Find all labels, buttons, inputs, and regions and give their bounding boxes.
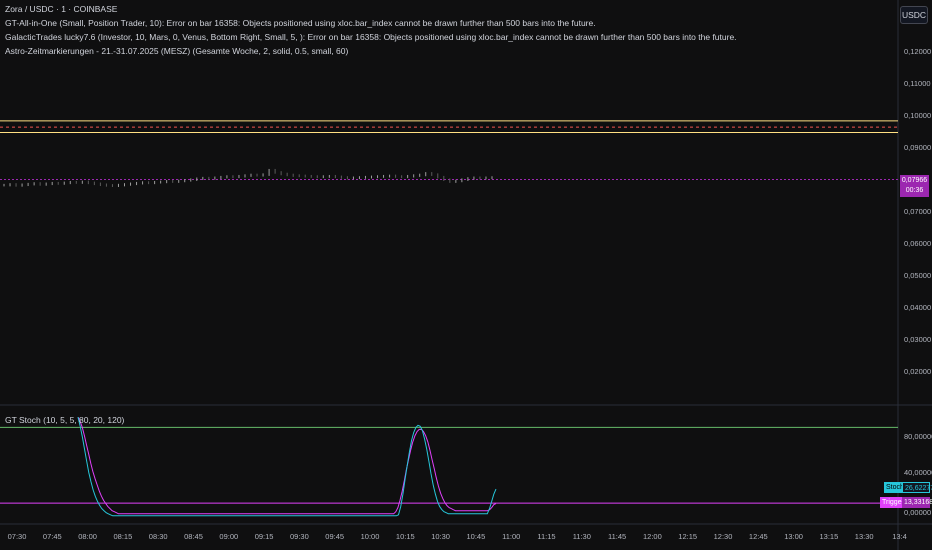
stoch-value-tag: 26,62277 (902, 482, 932, 493)
time-axis-label: 07:30 (7, 532, 27, 541)
time-axis-label: 12:15 (678, 532, 698, 541)
time-axis-label: 09:15 (254, 532, 274, 541)
symbol-title[interactable]: Zora / USDC · 1 · COINBASE (5, 4, 117, 14)
price-axis-label: 0,04000 (904, 303, 932, 312)
time-axis-label: 09:45 (325, 532, 345, 541)
time-axis-label: 13:00 (784, 532, 803, 541)
stoch-oscillator (0, 416, 898, 517)
time-axis-label: 12:00 (643, 532, 662, 541)
grid (0, 0, 932, 550)
price-axis-label: 0,07000 (904, 207, 932, 216)
time-axis-label: 13:30 (854, 532, 874, 541)
time-axis-label: 09:30 (290, 532, 309, 541)
time-axis-label: 12:45 (748, 532, 768, 541)
time-axis-label: 11:15 (537, 532, 556, 541)
horizontal-levels (0, 120, 898, 181)
time-axis-label: 10:30 (431, 532, 450, 541)
time-axis-label: 11:30 (572, 532, 591, 541)
trigger-line (77, 416, 497, 515)
currency-button[interactable]: USDC (900, 6, 928, 24)
price-axis-label: 0,09000 (904, 143, 932, 152)
time-axis-label: 08:15 (113, 532, 133, 541)
current-price-tag: 0,07966 00:36 (900, 175, 929, 197)
time-axis-label: 13:4 (892, 532, 907, 541)
indicator-info-2[interactable]: GalacticTrades lucky7.6 (Investor, 10, M… (5, 32, 737, 42)
time-axis-label: 07:45 (42, 532, 62, 541)
current-price-value: 0,07966 (901, 177, 928, 184)
time-axis-label: 08:00 (78, 532, 97, 541)
price-axis-label: 0,12000 (904, 47, 932, 56)
price-axis-label: 0,11000 (904, 79, 931, 88)
indicator-info-1[interactable]: GT-All-in-One (Small, Position Trader, 1… (5, 18, 596, 28)
time-axis-label: 12:30 (713, 532, 733, 541)
time-axis-label: 09:00 (219, 532, 239, 541)
trigger-value-tag: 13,33168 (902, 497, 932, 508)
chart-canvas[interactable] (0, 0, 932, 550)
time-axis-label: 10:15 (395, 532, 415, 541)
bar-countdown: 00:36 (905, 187, 924, 194)
time-axis-label: 08:45 (184, 532, 203, 541)
time-axis-label: 11:45 (607, 532, 627, 541)
stoch-indicator-title[interactable]: GT Stoch (10, 5, 5, 80, 20, 120) (5, 415, 124, 425)
time-axis-label: 13:15 (819, 532, 839, 541)
stoch-axis-label: 0,00000 (904, 508, 932, 517)
price-axis-label: 0,02000 (904, 367, 932, 376)
price-candles (3, 168, 493, 187)
time-axis-label: 08:30 (148, 532, 168, 541)
price-axis-label: 0,05000 (904, 271, 932, 280)
price-axis-label: 0,06000 (904, 239, 932, 248)
indicator-info-3[interactable]: Astro-Zeitmarkierungen - 21.-31.07.2025 … (5, 46, 348, 56)
stoch-axis-label: 80,00000 (904, 432, 932, 441)
time-axis-label: 10:45 (466, 532, 486, 541)
time-axis-label: 11:00 (502, 532, 521, 541)
time-axis-label: 10:00 (360, 532, 380, 541)
price-axis-label: 0,10000 (904, 111, 932, 120)
price-axis-label: 0,03000 (904, 335, 932, 344)
stoch-axis-label: 40,00000 (904, 468, 932, 477)
